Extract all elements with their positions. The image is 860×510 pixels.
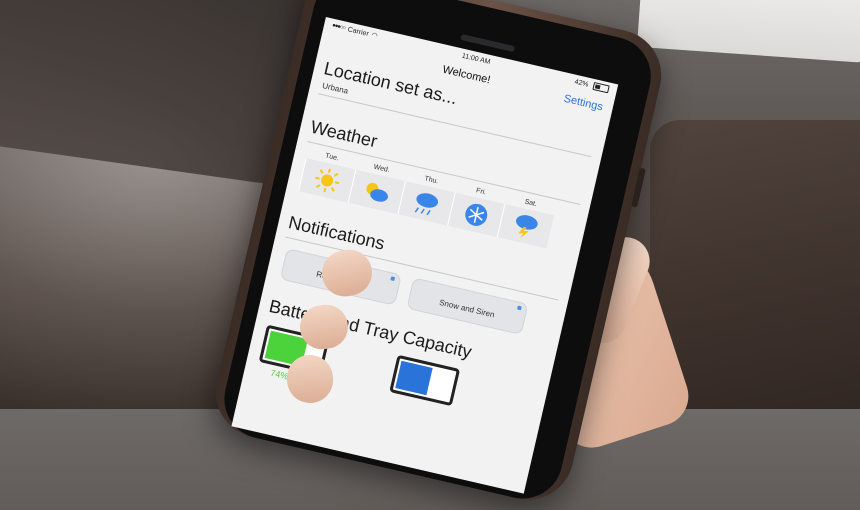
carrier-label: Carrier xyxy=(347,25,370,38)
wifi-icon: ◠ xyxy=(370,31,379,40)
nav-title: Welcome! xyxy=(441,63,492,87)
tray-gauge-fill xyxy=(395,360,433,396)
notification-indicator-icon xyxy=(390,276,396,282)
battery-icon xyxy=(592,81,610,94)
tray-indicator xyxy=(386,354,461,419)
notification-indicator-icon xyxy=(517,305,522,311)
status-battery-text: 42% xyxy=(573,78,590,89)
tray-gauge xyxy=(389,354,461,407)
background-wood-object xyxy=(650,120,860,409)
signal-dots-icon: ●●●○○ xyxy=(331,22,346,32)
settings-button[interactable]: Settings xyxy=(563,93,604,114)
forecast-day-sat[interactable]: Sat. xyxy=(496,194,557,249)
notification-card[interactable]: Snow and Siren xyxy=(406,277,529,336)
notification-text: Snow and Siren xyxy=(438,297,496,320)
background-white-panel xyxy=(636,0,860,63)
